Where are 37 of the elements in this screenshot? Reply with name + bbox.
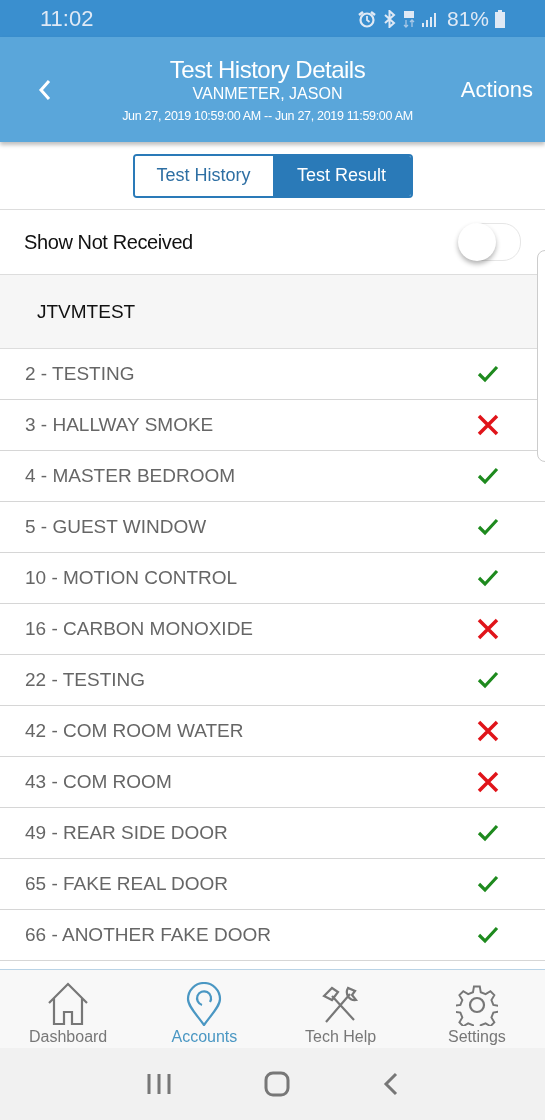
signal-icon (420, 10, 439, 27)
battery-icon (495, 9, 505, 28)
group-title: JTVMTEST (37, 300, 136, 323)
nav-tab[interactable]: Accounts (144, 970, 265, 1048)
mobile-data-icon (402, 9, 415, 28)
alarm-icon (356, 9, 377, 28)
page-title: Test History Details (169, 56, 366, 84)
zone-name: 5 - GUEST WINDOW (25, 516, 207, 538)
location-pin-icon (186, 982, 223, 1026)
home-button-icon[interactable] (264, 1071, 291, 1097)
zone-name: 43 - COM ROOM (25, 771, 172, 793)
clock-time: 11:02 (40, 5, 94, 32)
zone-name: 3 - HALLWAY SMOKE (25, 414, 214, 436)
zone-name: 22 - TESTING (25, 669, 145, 691)
date-range: Jun 27, 2019 10:59:00 AM -- Jun 27, 2019 11:59:00 AM (122, 109, 413, 123)
zone-name: 66 - ANOTHER FAKE DOOR (25, 924, 271, 946)
zone-name: 16 - CARBON MONOXIDE (25, 618, 254, 640)
toggle-label: Show Not Received (24, 230, 193, 254)
back-nav-icon[interactable] (382, 1072, 399, 1096)
nav-tab[interactable]: Tech Help (280, 970, 401, 1048)
zone-name: 2 - TESTING (25, 363, 135, 385)
customer-name: VANMETER, JASON (192, 85, 343, 103)
bluetooth-icon (382, 9, 397, 28)
zone-name: 42 - COM ROOM WATER (25, 720, 244, 742)
zone-name: 4 - MASTER BEDROOM (25, 465, 236, 487)
back-icon (38, 78, 52, 101)
zone-name: 65 - FAKE REAL DOOR (25, 873, 229, 895)
actions-button[interactable]: Actions (445, 76, 545, 103)
zone-name: 49 - REAR SIDE DOOR (25, 822, 228, 844)
zone-name: 10 - MOTION CONTROL (25, 567, 238, 589)
nav-tab[interactable]: Dashboard (8, 970, 129, 1048)
nav-tab[interactable]: Settings (416, 970, 537, 1048)
toggle-switch[interactable] (461, 223, 521, 261)
segment-tab[interactable]: Test Result (272, 155, 411, 196)
battery-percent: 81% (446, 6, 489, 31)
recent-apps-icon[interactable] (146, 1072, 173, 1096)
settings-icon (455, 984, 498, 1026)
